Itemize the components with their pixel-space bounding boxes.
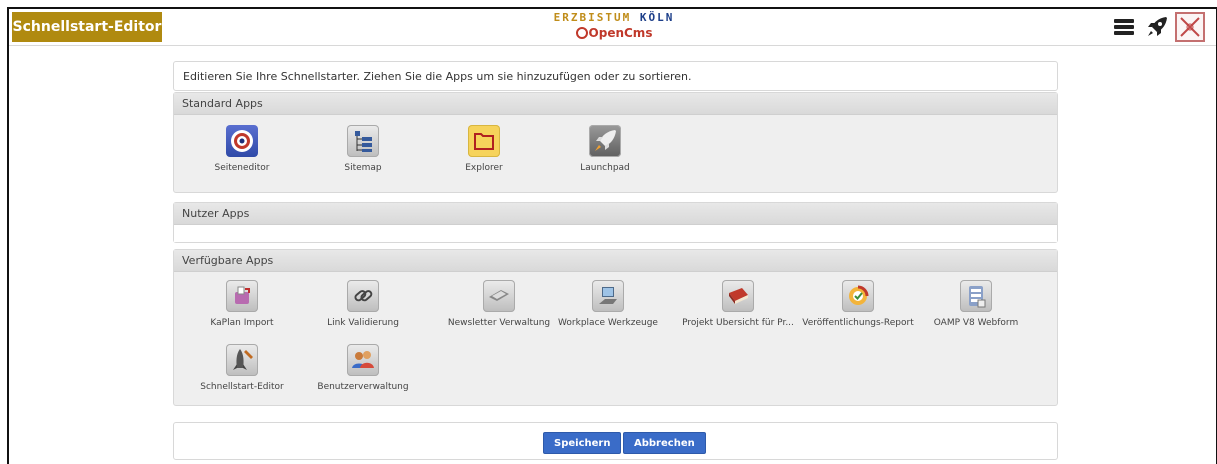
opencms-text: OpenCms	[588, 26, 653, 40]
app-veroeffentlichungs-report[interactable]: Veröffentlichungs-Report	[794, 280, 922, 328]
app-label: Seiteneditor	[214, 163, 270, 173]
app-label: Launchpad	[580, 163, 630, 173]
hamburger-menu-icon[interactable]	[1111, 14, 1137, 40]
brand-name-part: ERZBISTUM	[553, 11, 632, 24]
folder-icon	[468, 125, 500, 157]
app-label: Schnellstart-Editor	[200, 382, 284, 392]
app-benutzerverwaltung[interactable]: Benutzerverwaltung	[303, 344, 423, 392]
app-label: Link Validierung	[327, 318, 399, 328]
save-button[interactable]: Speichern	[543, 432, 622, 454]
app-sitemap[interactable]: Sitemap	[303, 125, 423, 173]
rocket-editor-icon	[226, 344, 258, 376]
intro-message: Editieren Sie Ihre Schnellstarter. Ziehe…	[173, 61, 1058, 91]
app-oamp-v8-webform[interactable]: OAMP V8 Webform	[916, 280, 1036, 328]
app-schnellstart-editor[interactable]: Schnellstart-Editor	[182, 344, 302, 392]
app-label: Sitemap	[344, 163, 382, 173]
app-seiteneditor[interactable]: Seiteneditor	[182, 125, 302, 173]
mailbox-icon	[226, 280, 258, 312]
app-explorer[interactable]: Explorer	[424, 125, 544, 173]
available-apps-group: Verfügbare Apps KaPlan Import Link Valid…	[173, 249, 1058, 406]
app-kaplan-import[interactable]: KaPlan Import	[182, 280, 302, 328]
chain-link-icon	[347, 280, 379, 312]
app-label: KaPlan Import	[210, 318, 274, 328]
app-launchpad[interactable]: Launchpad	[545, 125, 665, 173]
launchpad-rocket-icon[interactable]	[1144, 14, 1170, 40]
app-label: Workplace Werkzeuge	[558, 318, 658, 328]
target-icon	[226, 125, 258, 157]
users-icon	[347, 344, 379, 376]
app-title: Schnellstart-Editor	[12, 12, 162, 42]
brand-logo: ERZBISTUM KÖLN OpenCms	[549, 11, 679, 43]
app-label: OAMP V8 Webform	[933, 318, 1019, 328]
app-workplace-werkzeuge[interactable]: Workplace Werkzeuge	[545, 280, 671, 328]
opencms-logo: OpenCms	[549, 25, 679, 41]
app-label: Explorer	[465, 163, 503, 173]
book-icon	[722, 280, 754, 312]
computer-icon	[592, 280, 624, 312]
app-link-validierung[interactable]: Link Validierung	[303, 280, 423, 328]
cancel-button[interactable]: Abbrechen	[623, 432, 706, 454]
group-title: Verfügbare Apps	[174, 250, 1057, 272]
action-bar: Speichern Abbrechen	[173, 422, 1058, 460]
opencms-mark-icon	[575, 27, 588, 39]
publish-report-icon	[842, 280, 874, 312]
app-label: Projekt Übersicht für Pr...	[682, 318, 794, 328]
database-form-icon	[960, 280, 992, 312]
app-label: Veröffentlichungs-Report	[802, 318, 914, 328]
newsletter-icon	[483, 280, 515, 312]
app-label: Benutzerverwaltung	[317, 382, 409, 392]
top-toolbar: Schnellstart-Editor ERZBISTUM KÖLN OpenC…	[9, 9, 1216, 46]
brand-name-city: KÖLN	[639, 11, 675, 24]
user-apps-group: Nutzer Apps	[173, 202, 1058, 243]
group-title: Standard Apps	[174, 93, 1057, 115]
group-title: Nutzer Apps	[174, 203, 1057, 225]
brand-name: ERZBISTUM KÖLN	[549, 11, 679, 25]
standard-apps-group: Standard Apps Seiteneditor Sitemap Explo…	[173, 92, 1058, 193]
user-apps-dropzone[interactable]	[174, 225, 1057, 242]
sitemap-icon	[347, 125, 379, 157]
rocket-icon	[589, 125, 621, 157]
app-projekt-uebersicht[interactable]: Projekt Übersicht für Pr...	[675, 280, 801, 328]
app-window: Schnellstart-Editor ERZBISTUM KÖLN OpenC…	[7, 7, 1217, 464]
close-editor-icon[interactable]	[1175, 12, 1205, 42]
